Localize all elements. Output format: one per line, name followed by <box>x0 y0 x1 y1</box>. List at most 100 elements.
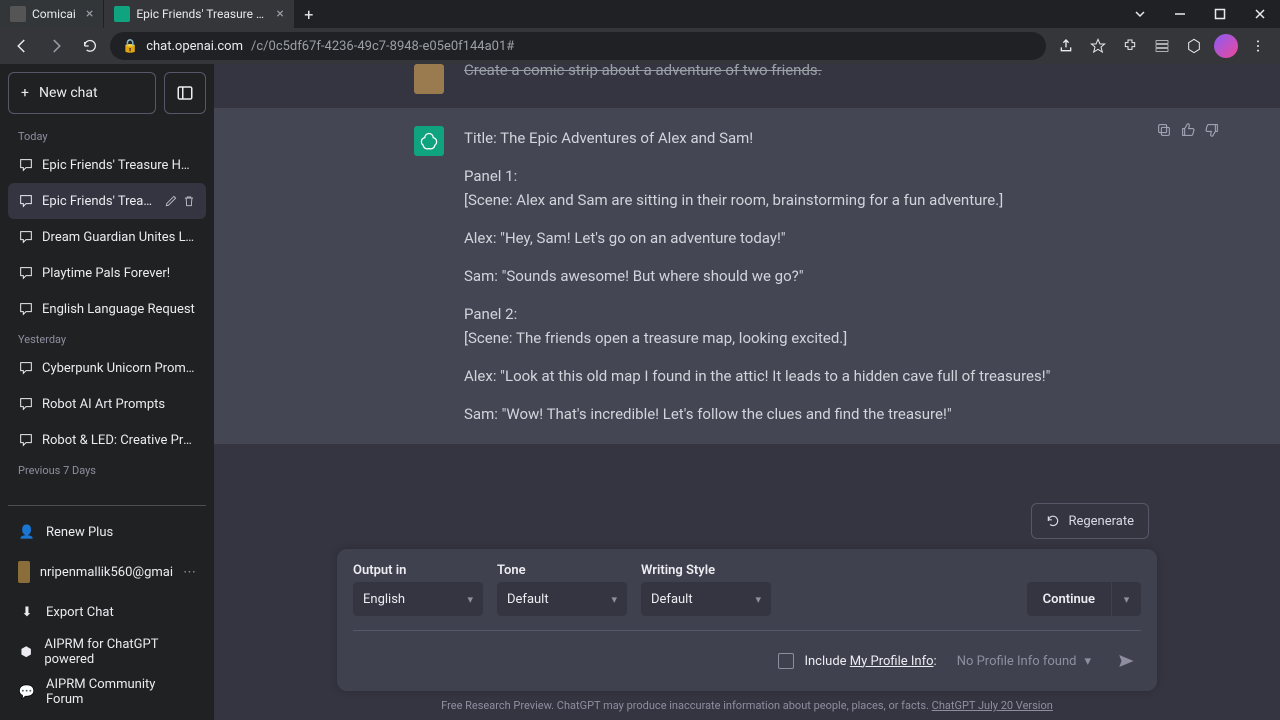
chat-icon <box>18 396 34 412</box>
disclaimer-text: Free Research Preview. ChatGPT may produ… <box>337 699 1157 712</box>
chat-icon <box>18 229 34 245</box>
renew-label: Renew Plus <box>46 525 113 540</box>
message-line: Panel 1: <box>464 167 517 185</box>
sidebar-item[interactable]: Robot AI Art Prompts <box>8 386 206 422</box>
avatar <box>414 64 444 94</box>
menu-icon[interactable] <box>1244 32 1272 60</box>
sidebar-item[interactable]: Epic Friends' Treasure <box>8 183 206 219</box>
message-actions <box>1156 122 1220 138</box>
app-main: + New chat Today Epic Friends' Treasure … <box>0 64 1280 720</box>
trash-icon[interactable] <box>182 194 196 208</box>
minimize-icon[interactable] <box>1160 0 1200 28</box>
sidebar-item-label: Epic Friends' Treasure Hunt <box>42 158 196 173</box>
profile-avatar[interactable] <box>1212 32 1240 60</box>
messages: AIPRM Create a comic strip about a adven… <box>214 64 1280 493</box>
send-button[interactable] <box>1111 646 1141 676</box>
close-icon[interactable]: × <box>276 6 283 22</box>
chat-icon <box>18 157 34 173</box>
chat-icon <box>18 432 34 448</box>
message-line: [Scene: Alex and Sam are sitting in thei… <box>464 191 1003 209</box>
url-host: chat.openai.com <box>146 39 243 54</box>
address-bar[interactable]: 🔒 chat.openai.com/c/0c5df67f-4236-49c7-8… <box>110 32 1046 60</box>
sidebar-item[interactable]: Cyberpunk Unicorn Prompts <box>8 350 206 386</box>
thumbs-down-icon[interactable] <box>1204 122 1220 138</box>
maximize-icon[interactable] <box>1200 0 1240 28</box>
export-chat-button[interactable]: ⬇Export Chat <box>8 592 206 632</box>
collapse-sidebar-button[interactable] <box>164 72 206 114</box>
extensions-icon[interactable] <box>1116 32 1144 60</box>
back-button[interactable] <box>8 32 36 60</box>
message-line: Alex: "Hey, Sam! Let's go on an adventur… <box>464 226 1084 250</box>
writing-style-select[interactable]: Default ▾ <box>641 582 771 616</box>
forum-icon: 💬 <box>18 683 36 701</box>
user-menu[interactable]: nripenmallik560@gmai⋯ <box>8 552 206 592</box>
powered-label: AIPRM for ChatGPT powered <box>44 637 196 667</box>
aiprm-forum-link[interactable]: 💬 AIPRM Community Forum <box>8 672 206 712</box>
chat-icon <box>18 301 34 317</box>
favicon <box>10 6 26 22</box>
chevron-down-icon[interactable] <box>1120 0 1160 28</box>
aiprm-icon: ⬢ <box>18 643 34 661</box>
select-value: Default <box>651 592 693 607</box>
my-profile-info-link[interactable]: My Profile Info <box>850 654 934 669</box>
chevron-down-icon: ▾ <box>755 593 761 606</box>
new-chat-label: New chat <box>39 85 98 101</box>
toolbar-actions <box>1052 32 1272 60</box>
composer-area: Regenerate Output in English▾ Tone Defau… <box>214 493 1280 720</box>
version-link[interactable]: ChatGPT July 20 Version <box>932 699 1053 712</box>
sidebar-item-label: Playtime Pals Forever! <box>42 266 196 281</box>
writing-style-label: Writing Style <box>641 563 771 578</box>
close-icon[interactable] <box>1240 0 1280 28</box>
select-value: English <box>363 592 405 607</box>
new-chat-button[interactable]: + New chat <box>8 72 156 114</box>
lock-icon: 🔒 <box>122 39 138 54</box>
continue-label: Continue <box>1043 592 1095 607</box>
window-titlebar: Comicai × Epic Friends' Treasure Hunt × … <box>0 0 1280 28</box>
continue-dropdown[interactable]: ▾ <box>1111 582 1141 616</box>
prompt-input-container: Output in English▾ Tone Default▾ Writing… <box>337 549 1157 691</box>
reading-list-icon[interactable] <box>1148 32 1176 60</box>
tone-select[interactable]: Default▾ <box>497 582 627 616</box>
user-message-text: Create a comic strip about a adventure o… <box>464 64 1084 82</box>
sidebar-item[interactable]: Epic Friends' Treasure Hunt <box>8 147 206 183</box>
aiprm-ext-icon[interactable] <box>1180 32 1208 60</box>
tab-title: Epic Friends' Treasure Hunt <box>136 7 266 21</box>
conversation-area: AIPRM AIPRM Create a comic strip about a… <box>214 64 1280 720</box>
sidebar-item-label: Dream Guardian Unites Lumor <box>42 230 196 245</box>
star-icon[interactable] <box>1084 32 1112 60</box>
section-label-today: Today <box>8 124 206 147</box>
sidebar-item[interactable]: Playtime Pals Forever! <box>8 255 206 291</box>
message-line: Sam: "Wow! That's incredible! Let's foll… <box>464 402 1084 426</box>
renew-plus-button[interactable]: 👤Renew Plus <box>8 512 206 552</box>
tab-title: Comicai <box>32 7 76 21</box>
sidebar-item[interactable]: Dream Guardian Unites Lumor <box>8 219 206 255</box>
browser-tab[interactable]: Epic Friends' Treasure Hunt × <box>104 0 294 28</box>
edit-icon[interactable] <box>164 194 178 208</box>
forum-label: AIPRM Community Forum <box>46 677 196 707</box>
new-tab-button[interactable]: + <box>295 0 323 28</box>
sidebar-item-label: Cyberpunk Unicorn Prompts <box>42 361 196 376</box>
aiprm-powered-link[interactable]: ⬢ AIPRM for ChatGPT powered <box>8 632 206 672</box>
sidebar-item-label: English Language Request <box>42 302 196 317</box>
sidebar-item[interactable]: Robot & LED: Creative Prompt <box>8 422 206 458</box>
sidebar-item-label: Epic Friends' Treasure <box>42 194 156 209</box>
regenerate-button[interactable]: Regenerate <box>1031 503 1149 539</box>
include-profile-checkbox[interactable] <box>778 653 794 669</box>
tone-label: Tone <box>497 563 627 578</box>
message-line: Sam: "Sounds awesome! But where should w… <box>464 264 1084 288</box>
favicon <box>114 6 130 22</box>
reload-button[interactable] <box>76 32 104 60</box>
continue-button[interactable]: Continue <box>1027 582 1111 616</box>
browser-tab[interactable]: Comicai × <box>0 0 104 28</box>
close-icon[interactable]: × <box>86 6 93 22</box>
output-in-label: Output in <box>353 563 483 578</box>
select-value: Default <box>507 592 549 607</box>
share-icon[interactable] <box>1052 32 1080 60</box>
output-in-select[interactable]: English▾ <box>353 582 483 616</box>
sidebar-item[interactable]: English Language Request <box>8 291 206 327</box>
forward-button[interactable] <box>42 32 70 60</box>
profile-info-select[interactable]: No Profile Info found▾ <box>947 645 1101 677</box>
copy-icon[interactable] <box>1156 122 1172 138</box>
user-email: nripenmallik560@gmai <box>40 565 173 580</box>
thumbs-up-icon[interactable] <box>1180 122 1196 138</box>
